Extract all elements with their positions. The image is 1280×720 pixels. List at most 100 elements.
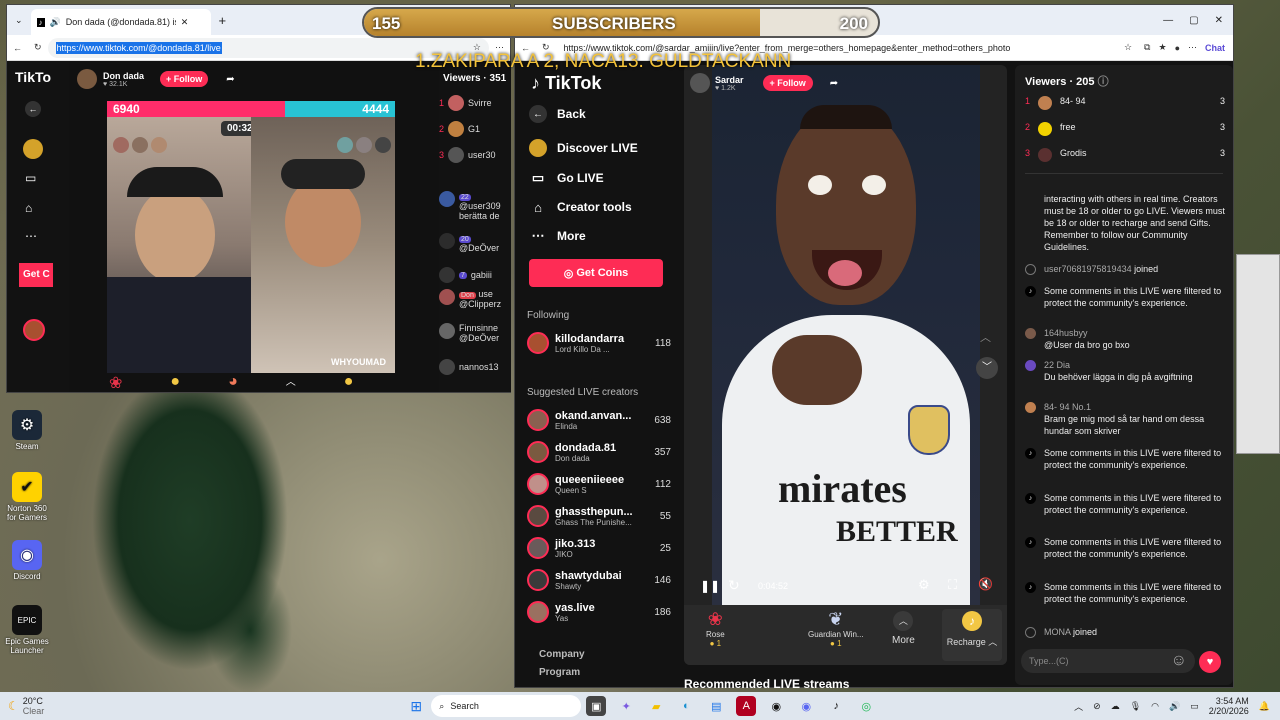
- emoji-icon[interactable]: ☺: [1171, 652, 1187, 670]
- left-active-tab[interactable]: ♪ 🔊 Don dada (@dondada.81) is LIVE ✕: [30, 9, 211, 35]
- pause-icon[interactable]: ❚❚: [700, 579, 720, 593]
- onedrive-icon[interactable]: ☁: [1111, 701, 1120, 712]
- suggested-creator[interactable]: okand.anvan... Elinda 638: [527, 405, 671, 435]
- suggested-creator[interactable]: jiko.313 JIKO 25: [527, 533, 671, 563]
- suggested-creator[interactable]: queeeniieeee Queen S 112: [527, 469, 671, 499]
- get-coins-button[interactable]: Get C: [19, 263, 53, 287]
- chevron-down-icon[interactable]: ﹀: [976, 357, 998, 379]
- creator-tools-icon[interactable]: ⌂: [25, 201, 32, 215]
- menu-dots-icon[interactable]: ⋯: [1188, 42, 1197, 53]
- nav-discover-live[interactable]: Discover LIVE: [529, 139, 638, 157]
- spotify-icon[interactable]: ◎: [856, 696, 876, 716]
- file-explorer-icon[interactable]: ▰: [646, 696, 666, 716]
- battery-icon[interactable]: ▭: [1190, 701, 1199, 712]
- footer-company-link[interactable]: Company: [539, 649, 585, 660]
- notification-bell-icon[interactable]: 🔔: [1259, 701, 1270, 712]
- recharge-icon[interactable]: ●: [344, 373, 354, 393]
- nav-back[interactable]: ← Back: [529, 105, 586, 123]
- profile-icon[interactable]: ●: [1175, 43, 1180, 53]
- close-window-icon[interactable]: ✕: [1215, 15, 1223, 26]
- get-coins-button[interactable]: ◎ Get Coins: [529, 259, 663, 287]
- following-avatar[interactable]: [23, 319, 45, 341]
- top-viewer-row[interactable]: 3 Grodis 3: [1025, 147, 1225, 162]
- share-icon[interactable]: ➦: [830, 78, 838, 89]
- go-live-icon[interactable]: ▭: [25, 171, 36, 185]
- live-video[interactable]: mirates BETTER: [712, 65, 980, 605]
- back-icon[interactable]: ←: [25, 101, 41, 117]
- avatar[interactable]: [690, 73, 710, 93]
- follow-button[interactable]: + Follow: [762, 75, 813, 91]
- list-item[interactable]: 1 Svirre: [439, 95, 511, 111]
- star-icon[interactable]: ☆: [1124, 42, 1132, 53]
- tiktok-live-studio-icon[interactable]: ♪: [826, 696, 846, 716]
- copilot-icon[interactable]: ✦: [616, 696, 636, 716]
- weather-widget[interactable]: ☾ 20°C Clear: [8, 696, 44, 716]
- follow-button[interactable]: + Follow: [160, 71, 209, 87]
- suggested-creator[interactable]: ghassthepun... Ghass The Punishe... 55: [527, 501, 671, 531]
- desktop-icon-steam[interactable]: ⚙ Steam: [2, 410, 52, 451]
- minimize-icon[interactable]: —: [1163, 15, 1173, 26]
- following-item[interactable]: killodandarra Lord Killo Da ... 118: [527, 328, 671, 358]
- chevron-up-icon[interactable]: ︿: [980, 329, 991, 345]
- refresh-icon[interactable]: ↻: [728, 577, 740, 594]
- nav-more[interactable]: ⋯ More: [529, 227, 586, 245]
- obs-icon[interactable]: ◉: [766, 696, 786, 716]
- list-item[interactable]: 2 G1: [439, 121, 511, 137]
- desktop-icon-norton[interactable]: ✔ Norton 360 for Gamers: [2, 472, 52, 522]
- discover-live-icon[interactable]: [23, 139, 43, 159]
- settings-gear-icon[interactable]: ⚙: [918, 577, 930, 593]
- microphone-icon[interactable]: 🎙: [1130, 701, 1141, 712]
- footer-program-link[interactable]: Program: [539, 667, 580, 678]
- avatar[interactable]: [77, 69, 97, 89]
- adobe-icon[interactable]: A: [736, 696, 757, 716]
- recharge-button[interactable]: ♪ Recharge ︿: [942, 609, 1002, 661]
- clock[interactable]: 3:54 AM 2/20/2026: [1209, 696, 1249, 716]
- gift-icon[interactable]: ◕: [228, 373, 238, 393]
- copilot-chat-button[interactable]: Chat: [1205, 43, 1225, 53]
- desktop-icon-discord[interactable]: ◉ Discord: [2, 540, 52, 581]
- fullscreen-icon[interactable]: ⛶: [948, 577, 957, 593]
- suggested-creator[interactable]: shawtydubai Shawty 146: [527, 565, 671, 595]
- chat-input[interactable]: Type...(C) ☺: [1021, 649, 1195, 673]
- close-tab-icon[interactable]: ✕: [181, 17, 189, 28]
- task-view-icon[interactable]: ▣: [586, 696, 607, 716]
- background-window[interactable]: [1236, 254, 1280, 454]
- tiktok-logo[interactable]: ♪ TikTok: [531, 73, 601, 94]
- share-icon[interactable]: ➦: [226, 74, 234, 85]
- network-off-icon[interactable]: ⊘: [1093, 701, 1101, 712]
- like-heart-icon[interactable]: ♥: [1199, 651, 1221, 673]
- suggested-creator[interactable]: dondada.81 Don dada 357: [527, 437, 671, 467]
- live-chat-panel: Viewers · 205 ⓘ 1 84- 94 3 2 free 3 3 Grodis 3…: [1015, 65, 1233, 685]
- back-arrow-icon[interactable]: ←: [13, 43, 22, 53]
- reload-icon[interactable]: ↻: [34, 42, 42, 53]
- chevron-up-icon[interactable]: ︿: [286, 373, 296, 393]
- new-tab-icon[interactable]: +: [219, 13, 227, 28]
- gift-rose[interactable]: ❀ Rose ● 1: [706, 609, 725, 648]
- mute-icon[interactable]: 🔇: [978, 577, 993, 591]
- chevron-up-icon[interactable]: ︿: [1074, 700, 1083, 713]
- tab-list-icon[interactable]: ⌄: [15, 15, 23, 26]
- rose-icon[interactable]: ❀: [109, 373, 122, 393]
- edge-icon[interactable]: ◐: [676, 696, 696, 716]
- maximize-icon[interactable]: ▢: [1189, 15, 1198, 26]
- suggested-creator[interactable]: yas.live Yas 186: [527, 597, 671, 627]
- wifi-icon[interactable]: ◠: [1151, 701, 1159, 712]
- coin-icon[interactable]: ●: [170, 373, 180, 393]
- info-icon[interactable]: ⓘ: [1098, 76, 1109, 88]
- gift-guardian-wings[interactable]: ❦ Guardian Win... ● 1: [808, 609, 864, 648]
- nav-go-live[interactable]: ▭ Go LIVE: [529, 169, 604, 187]
- more-gifts-button[interactable]: ︿ More: [892, 611, 915, 646]
- volume-icon[interactable]: 🔊: [1169, 701, 1180, 712]
- more-dots-icon[interactable]: ⋯: [25, 229, 37, 243]
- list-item[interactable]: 3 user30: [439, 147, 511, 163]
- desktop-icon-epic[interactable]: EPIC Epic Games Launcher: [2, 605, 52, 655]
- favorites-icon[interactable]: ★: [1158, 42, 1166, 53]
- nav-creator-tools[interactable]: ⌂ Creator tools: [529, 198, 632, 216]
- top-viewer-row[interactable]: 2 free 3: [1025, 121, 1225, 136]
- discord-icon[interactable]: ◉: [796, 696, 816, 716]
- store-icon[interactable]: ▤: [706, 696, 726, 716]
- extensions-icon[interactable]: ⧉: [1144, 42, 1150, 53]
- taskbar-search[interactable]: ⌕ Search: [431, 695, 582, 717]
- top-viewer-row[interactable]: 1 84- 94 3: [1025, 95, 1225, 110]
- start-button[interactable]: ⊞: [406, 696, 426, 716]
